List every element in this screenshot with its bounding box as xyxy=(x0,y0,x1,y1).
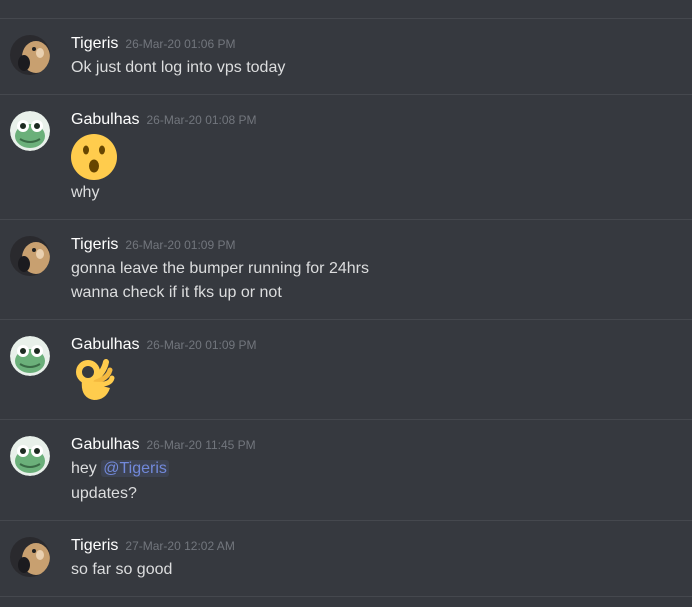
author-name[interactable]: Gabulhas xyxy=(71,336,140,353)
message-text: so far so good xyxy=(71,561,173,578)
message: Gabulhas 26-Mar-20 01:08 PM why xyxy=(0,94,692,220)
avatar-gabulhas[interactable] xyxy=(10,436,50,476)
face-with-open-mouth-icon[interactable] xyxy=(70,133,118,181)
avatar-gabulhas[interactable] xyxy=(10,111,50,151)
author-name[interactable]: Tigeris xyxy=(71,537,118,554)
message-text: updates? xyxy=(71,485,137,502)
timestamp: 27-Mar-20 12:02 AM xyxy=(125,539,235,553)
message: Gabulhas 26-Mar-20 01:09 PM xyxy=(0,319,692,420)
message: Tigeris 26-Mar-20 01:06 PM Ok just dont l… xyxy=(0,18,692,94)
timestamp: 26-Mar-20 11:45 PM xyxy=(146,438,256,452)
message: Tigeris 26-Mar-20 01:09 PM gonna leave th… xyxy=(0,219,692,320)
ok-hand-icon[interactable] xyxy=(72,356,120,404)
message-text: gonna leave the bumper running for 24hrs xyxy=(71,260,369,277)
message-text: why xyxy=(71,184,100,201)
message: Tigeris 27-Mar-20 12:02 AM so far so good xyxy=(0,520,692,597)
user-mention[interactable]: @Tigeris xyxy=(101,460,169,477)
message-text: wanna check if it fks up or not xyxy=(71,284,282,301)
message-text: Ok just dont log into vps today xyxy=(71,59,286,76)
timestamp: 26-Mar-20 01:09 PM xyxy=(125,238,236,252)
author-name[interactable]: Gabulhas xyxy=(71,111,140,128)
avatar-tigeris[interactable] xyxy=(10,236,50,276)
author-name[interactable]: Tigeris xyxy=(71,236,118,253)
message-text: hey xyxy=(71,460,97,477)
timestamp: 26-Mar-20 01:09 PM xyxy=(146,338,257,352)
avatar-tigeris[interactable] xyxy=(10,537,50,577)
message: Gabulhas 26-Mar-20 11:45 PM hey @Tigeris … xyxy=(0,419,692,521)
author-name[interactable]: Gabulhas xyxy=(71,436,140,453)
divider xyxy=(0,596,692,597)
avatar-gabulhas[interactable] xyxy=(10,336,50,376)
message-text-row: hey @Tigeris xyxy=(71,460,169,478)
avatar-tigeris[interactable] xyxy=(10,35,50,75)
timestamp: 26-Mar-20 01:08 PM xyxy=(146,113,257,127)
timestamp: 26-Mar-20 01:06 PM xyxy=(125,37,236,51)
author-name[interactable]: Tigeris xyxy=(71,35,118,52)
